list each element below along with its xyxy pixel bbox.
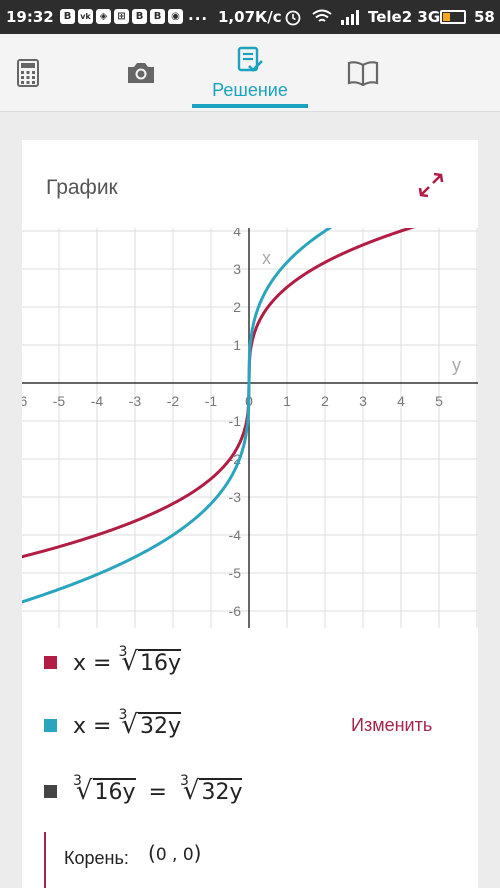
- x-tick-label: -6: [22, 393, 27, 409]
- tab-calculator[interactable]: [0, 34, 56, 112]
- x-tick-label: -5: [53, 393, 66, 409]
- solution-icon: [237, 46, 263, 72]
- wifi-icon: [312, 9, 332, 22]
- legend-item-series2: x = 3√32y: [44, 706, 181, 740]
- battery-level: 58: [474, 8, 495, 26]
- y-axis-label: x: [262, 248, 271, 268]
- root-index: 3: [118, 643, 128, 660]
- x-tick-label: 5: [435, 393, 443, 409]
- equation-lhs: x =: [73, 651, 119, 676]
- y-tick-label: 3: [233, 261, 241, 277]
- notification-icon: В: [132, 9, 147, 24]
- carrier-name: Tele2 3G: [368, 8, 441, 26]
- x-tick-label: 3: [359, 393, 367, 409]
- camera-icon: [128, 63, 154, 83]
- status-bar: 19:32 В vk ◈ ⊞ В В ◉ ... 1,07К/с Tele2 3…: [0, 0, 500, 34]
- legend-item-series1: x = 3√16y: [44, 643, 181, 677]
- graph-card: График -6-5-4-3-2-10123454321-1-2-3-4-5-…: [22, 140, 478, 888]
- y-tick-label: -4: [229, 527, 242, 543]
- root-index: 3: [179, 772, 189, 789]
- legend-item-combined: 3√16y = 3√32y: [44, 772, 243, 806]
- x-tick-label: 2: [321, 393, 329, 409]
- vk-icon: vk: [78, 9, 93, 24]
- signal-icon: [341, 10, 359, 25]
- radicand-right: 32y: [199, 778, 243, 805]
- y-tick-label: -1: [229, 413, 242, 429]
- active-tab-indicator: [192, 104, 308, 108]
- equation-series2: x = 3√32y: [73, 706, 181, 740]
- radicand: 16y: [137, 649, 181, 676]
- tab-solution-label: Решение: [212, 79, 288, 100]
- equation-combined: 3√16y = 3√32y: [73, 772, 243, 806]
- x-tick-label: -1: [205, 393, 218, 409]
- series-line-2: [22, 228, 333, 604]
- y-tick-label: -5: [229, 565, 242, 581]
- tab-bar: Решение: [0, 34, 500, 112]
- radicand: 32y: [137, 712, 181, 739]
- y-tick-label: 2: [233, 299, 241, 315]
- root-value: (0 , 0): [148, 841, 202, 865]
- equation-series1: x = 3√16y: [73, 643, 181, 677]
- y-tick-label: -3: [229, 489, 242, 505]
- book-icon: [347, 61, 379, 86]
- root-label: Корень:: [64, 848, 129, 868]
- alarm-icon: [285, 10, 301, 26]
- x-tick-label: 4: [397, 393, 405, 409]
- viber-icon: ◈: [96, 9, 111, 24]
- series1-marker: [44, 655, 57, 669]
- y-tick-label: 4: [233, 228, 241, 239]
- equation-lhs: x =: [73, 714, 119, 739]
- root-index: 3: [118, 706, 128, 723]
- root-result: Корень: (0 , 0): [44, 832, 344, 888]
- expand-icon[interactable]: [416, 170, 446, 200]
- x-tick-label: -3: [129, 393, 142, 409]
- series2-marker: [44, 718, 57, 732]
- root-value-text: 0 , 0: [155, 845, 194, 865]
- x-axis-label: y: [452, 355, 461, 375]
- more-notifications: ...: [188, 6, 209, 24]
- y-tick-label: -6: [229, 603, 242, 619]
- y-tick-label: 1: [233, 337, 241, 353]
- change-button[interactable]: Изменить: [351, 715, 432, 736]
- notification-icon: В: [150, 9, 165, 24]
- tab-solution[interactable]: Решение: [192, 34, 308, 112]
- status-time: 19:32: [6, 8, 54, 26]
- x-tick-label: 1: [283, 393, 291, 409]
- app-icon: ⊞: [114, 9, 129, 24]
- shield-icon: ◉: [168, 9, 183, 24]
- notification-icon: В: [60, 9, 75, 24]
- tab-camera[interactable]: [112, 34, 170, 112]
- x-tick-label: -4: [91, 393, 104, 409]
- network-speed: 1,07К/с: [218, 8, 282, 26]
- tab-book[interactable]: [336, 34, 390, 112]
- function-graph[interactable]: -6-5-4-3-2-10123454321-1-2-3-4-5-6yx: [22, 228, 478, 628]
- root-index: 3: [73, 772, 82, 789]
- battery-icon: [440, 10, 466, 24]
- radicand-left: 16y: [92, 778, 136, 805]
- equals-sign: =: [148, 780, 167, 805]
- combined-marker: [44, 784, 57, 798]
- x-tick-label: -2: [167, 393, 180, 409]
- card-title: График: [46, 176, 118, 199]
- calculator-icon: [17, 59, 39, 87]
